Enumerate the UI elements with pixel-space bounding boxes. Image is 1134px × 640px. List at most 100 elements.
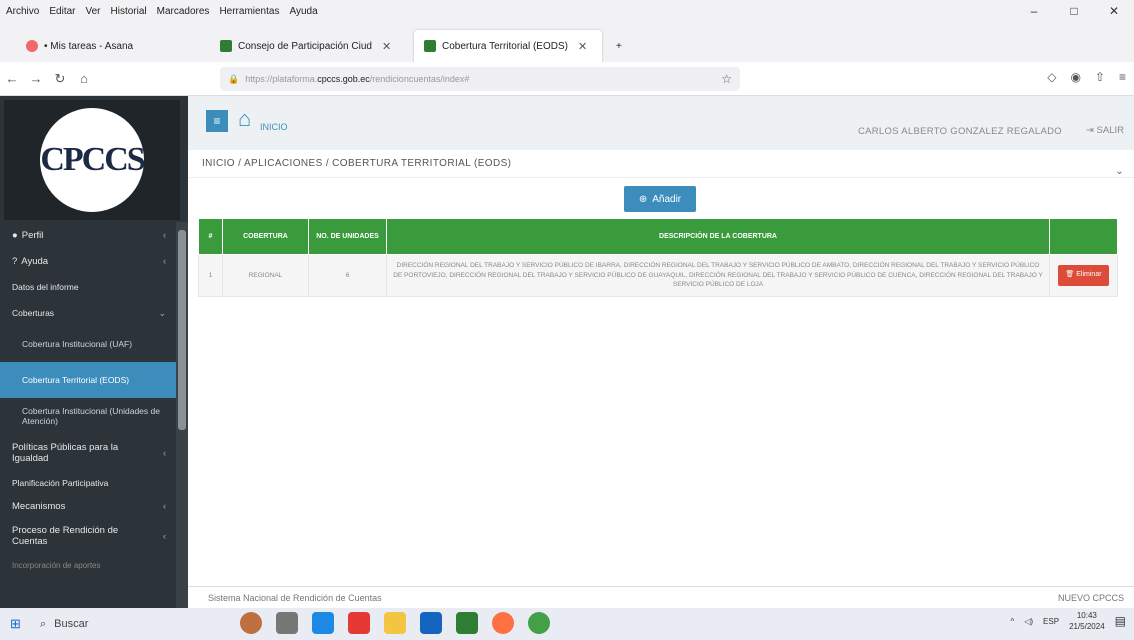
pocket-icon[interactable]: ◇ <box>1047 70 1056 84</box>
user-name: CARLOS ALBERTO GONZALEZ REGALADO <box>857 126 1062 137</box>
asana-icon <box>26 40 38 52</box>
col-unidades[interactable]: NO. DE UNIDADES <box>308 218 387 255</box>
chevron-left-icon: ‹ <box>163 256 166 266</box>
home-browser-icon[interactable]: ⌂ <box>72 71 96 86</box>
sidebar-item-cobertura-territorial[interactable]: Cobertura Territorial (EODS) <box>0 362 176 398</box>
sidebar-item-ayuda[interactable]: ? Ayuda ‹ <box>0 248 176 274</box>
col-cobertura[interactable]: COBERTURA <box>222 218 309 255</box>
windows-start-icon[interactable]: ⊞ <box>10 616 30 632</box>
menu-editar[interactable]: Editar <box>49 6 75 17</box>
delete-button[interactable]: 🗑 Eliminar <box>1058 265 1109 286</box>
menu-marcadores[interactable]: Marcadores <box>157 6 210 17</box>
logout-link[interactable]: ⇥ SALIR <box>1086 125 1124 136</box>
menu-historial[interactable]: Historial <box>111 6 147 17</box>
browser-toolbar-icons: ◇ ◉ ⇧ ≡ <box>1047 70 1126 84</box>
sidebar-item-cobertura-institucional[interactable]: Cobertura Institucional (UAF) <box>0 326 176 362</box>
chevron-up-icon[interactable]: ^ <box>1010 617 1014 626</box>
widget-icon[interactable] <box>240 612 262 634</box>
sidebar-scrollbar[interactable] <box>176 222 188 608</box>
close-tab-icon[interactable]: ✕ <box>382 40 391 53</box>
outlook-icon[interactable] <box>420 612 442 634</box>
sidebar-item-coberturas[interactable]: Coberturas ⌄ <box>0 300 176 326</box>
minimize-icon[interactable]: – <box>1014 0 1054 22</box>
cell-unidades: 6 <box>308 254 387 297</box>
url-input[interactable]: 🔒 https://plataforma. cpccs.gob.ec/rendic… <box>220 67 740 91</box>
sidebar-item-cobertura-unidades[interactable]: Cobertura Institucional (Unidades de Ate… <box>0 398 176 434</box>
task-view-icon[interactable] <box>276 612 298 634</box>
file-explorer-icon[interactable] <box>384 612 406 634</box>
breadcrumb: INICIO / APLICACIONES / COBERTURA TERRIT… <box>188 150 1134 178</box>
col-number[interactable]: # <box>198 218 223 255</box>
chevron-left-icon: ‹ <box>163 448 166 458</box>
help-icon: ? <box>12 255 18 267</box>
scroll-thumb[interactable] <box>178 230 186 430</box>
plus-circle-icon: ⊕ <box>638 193 648 205</box>
chevron-down-icon: ⌄ <box>158 307 166 318</box>
app-icon[interactable] <box>348 612 370 634</box>
address-bar: ← → ↻ ⌂ 🔒 https://plataforma. cpccs.gob.e… <box>0 62 1134 96</box>
maximize-icon[interactable]: □ <box>1054 0 1094 22</box>
new-tab-button[interactable]: + <box>606 30 632 62</box>
reload-icon[interactable]: ↻ <box>48 71 72 87</box>
chrome-icon[interactable] <box>528 612 550 634</box>
menu-ayuda[interactable]: Ayuda <box>289 6 317 17</box>
trash-icon: 🗑 <box>1065 271 1077 279</box>
sidebar-item-mecanismos[interactable]: Mecanismos ‹ <box>0 494 176 518</box>
sidebar-item-datos-informe[interactable]: Datos del informe <box>0 274 176 300</box>
tab-label: • Mis tareas - Asana <box>44 40 134 52</box>
menu-archivo[interactable]: Archivo <box>6 6 39 17</box>
sidebar-item-rendicion[interactable]: Proceso de Rendición de Cuentas ‹ <box>0 518 176 554</box>
col-descripcion[interactable]: DESCRIPCIÓN DE LA COBERTURA <box>386 218 1050 255</box>
chevron-left-icon: ‹ <box>163 531 166 541</box>
url-domain: cpccs.gob.ec <box>317 74 370 84</box>
bookmark-star-icon[interactable]: ☆ <box>721 72 732 86</box>
sidebar-item-perfil[interactable]: ● Perfil ‹ <box>0 222 176 248</box>
tab-consejo[interactable]: Consejo de Participación Ciud ✕ <box>210 30 410 62</box>
sidebar-menu: ● Perfil ‹ ? Ayuda ‹ Datos del informe Cober… <box>0 222 176 576</box>
menu-ver[interactable]: Ver <box>85 6 100 17</box>
back-icon[interactable]: ← <box>0 71 24 86</box>
cell-actions: 🗑 Eliminar <box>1049 254 1118 297</box>
account-icon[interactable]: ◉ <box>1070 70 1080 84</box>
volume-icon[interactable]: ◁) <box>1024 617 1033 626</box>
menu-toggle-button[interactable]: ≡ <box>206 110 228 132</box>
coverage-table: # COBERTURA NO. DE UNIDADES DESCRIPCIÓN … <box>198 218 1118 297</box>
clock[interactable]: 10:43 21/5/2024 <box>1069 610 1105 632</box>
edge-icon[interactable] <box>312 612 334 634</box>
user-icon: ● <box>12 229 18 241</box>
forward-icon[interactable]: → <box>24 71 48 86</box>
language-indicator[interactable]: ESP <box>1043 617 1059 626</box>
table-row: 1 REGIONAL 6 DIRECCIÓN REGIONAL DEL TRAB… <box>198 254 1118 297</box>
extensions-icon[interactable]: ≡ <box>1119 70 1126 84</box>
logo-seal: CPCCS <box>40 108 146 212</box>
share-icon[interactable]: ⇧ <box>1095 70 1105 84</box>
cell-number: 1 <box>198 254 223 297</box>
tab-label: Consejo de Participación Ciud <box>238 40 372 52</box>
sidebar-item-planificacion[interactable]: Planificación Participativa <box>0 472 176 494</box>
cpccs-logo: CPCCS <box>4 100 180 220</box>
tab-label: Cobertura Territorial (EODS) <box>442 40 568 52</box>
close-tab-icon[interactable]: ✕ <box>578 40 587 53</box>
cell-descripcion: DIRECCIÓN REGIONAL DEL TRABAJO Y SERVICI… <box>386 254 1050 297</box>
tab-cobertura[interactable]: Cobertura Territorial (EODS) ✕ <box>414 30 602 62</box>
notifications-icon[interactable]: ▤ <box>1115 614 1126 628</box>
taskbar-apps <box>240 612 550 634</box>
url-prefix: https://plataforma. <box>245 74 318 84</box>
cpccs-favicon-icon <box>424 40 436 52</box>
app-menubar: Archivo Editar Ver Historial Marcadores … <box>0 0 1134 22</box>
menu-herramientas[interactable]: Herramientas <box>219 6 279 17</box>
col-actions <box>1049 218 1118 255</box>
home-label[interactable]: INICIO <box>260 122 288 132</box>
tab-asana[interactable]: • Mis tareas - Asana <box>16 30 206 62</box>
taskbar-search[interactable]: ⌕ Buscar <box>40 611 230 637</box>
close-icon[interactable]: ✕ <box>1094 0 1134 22</box>
cpccs-favicon-icon <box>220 40 232 52</box>
search-icon: ⌕ <box>40 617 47 630</box>
home-icon[interactable]: ⌂ <box>238 106 251 132</box>
chevron-left-icon: ‹ <box>163 501 166 511</box>
firefox-icon[interactable] <box>492 612 514 634</box>
excel-icon[interactable] <box>456 612 478 634</box>
sidebar-item-incorporacion[interactable]: Incorporación de aportes <box>0 554 176 576</box>
add-button[interactable]: ⊕ Añadir <box>624 186 696 212</box>
sidebar-item-politicas[interactable]: Políticas Públicas para la Igualdad ‹ <box>0 434 176 472</box>
